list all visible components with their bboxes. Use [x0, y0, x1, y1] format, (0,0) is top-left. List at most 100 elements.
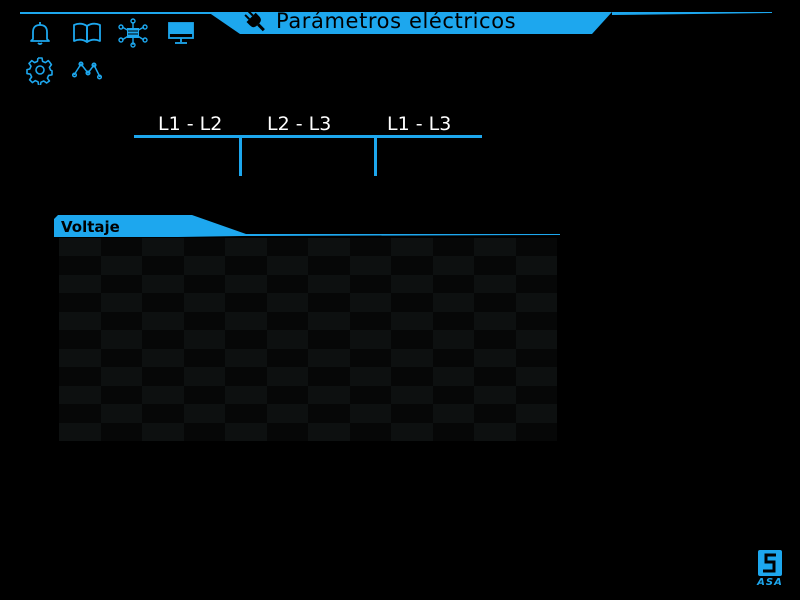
grid-cell — [432, 348, 474, 368]
grid-cell — [266, 404, 308, 423]
grid-cell — [308, 293, 350, 312]
grid-cell — [59, 293, 101, 312]
network-icon[interactable] — [118, 18, 148, 48]
grid-cell — [100, 274, 142, 294]
grid-cell — [474, 311, 516, 331]
section-header — [54, 214, 560, 240]
grid-cell — [225, 238, 267, 257]
monitor-icon[interactable] — [166, 18, 196, 48]
section-title: Voltaje — [61, 218, 120, 236]
grid-cell — [266, 385, 308, 405]
grid-cell — [349, 348, 391, 368]
grid-cell — [349, 404, 391, 423]
grid-cell — [349, 293, 391, 312]
grid-cell — [59, 274, 101, 294]
grid-cell — [474, 274, 516, 294]
grid-cell — [142, 293, 184, 312]
grid-cell — [308, 256, 350, 275]
grid-cell — [391, 422, 433, 441]
bell-icon[interactable] — [25, 18, 55, 48]
grid-cell — [266, 367, 308, 386]
grid-cell — [474, 348, 516, 368]
grid-cell — [308, 404, 350, 423]
grid-cell — [100, 385, 142, 405]
grid-cell — [142, 367, 184, 386]
grid-cell — [142, 385, 184, 405]
grid-cell — [100, 256, 142, 275]
grid-cell — [183, 238, 225, 257]
gear-icon[interactable] — [25, 55, 55, 85]
grid-cell — [515, 274, 557, 294]
grid-cell — [432, 330, 474, 349]
grid-cell — [225, 404, 267, 423]
grid-cell — [183, 274, 225, 294]
grid-cell — [225, 422, 267, 441]
grid-cell — [100, 348, 142, 368]
tab-l1-l3[interactable]: L1 - L3 — [387, 111, 451, 137]
tab-l1-l2[interactable]: L1 - L2 — [158, 111, 222, 137]
grid-cell — [432, 367, 474, 386]
grid-cell — [515, 367, 557, 386]
grid-cell — [183, 404, 225, 423]
grid-cell — [432, 293, 474, 312]
grid-cell — [308, 367, 350, 386]
grid-cell — [266, 274, 308, 294]
grid-cell — [474, 385, 516, 405]
grid-cell — [225, 256, 267, 275]
grid-cell — [515, 293, 557, 312]
grid-cell — [183, 385, 225, 405]
grid-cell — [266, 330, 308, 349]
grid-cell — [391, 311, 433, 331]
grid-cell — [100, 238, 142, 257]
grid-cell — [100, 311, 142, 331]
book-icon[interactable] — [72, 18, 102, 48]
grid-cell — [183, 311, 225, 331]
grid-cell — [308, 422, 350, 441]
grid-cell — [308, 311, 350, 331]
grid-cell — [266, 238, 308, 257]
grid-cell — [474, 256, 516, 275]
brand-logo — [758, 550, 782, 576]
grid-cell — [391, 404, 433, 423]
grid-cell — [266, 422, 308, 441]
grid-cell — [100, 422, 142, 441]
waveform-icon[interactable] — [72, 55, 102, 85]
grid-cell — [266, 348, 308, 368]
grid-cell — [183, 348, 225, 368]
grid-cell — [100, 404, 142, 423]
grid-cell — [225, 385, 267, 405]
tab-l2-l3[interactable]: L2 - L3 — [267, 111, 331, 137]
grid-cell — [432, 404, 474, 423]
grid-cell — [142, 404, 184, 423]
grid-cell — [391, 385, 433, 405]
grid-cell — [100, 293, 142, 312]
grid-cell — [142, 274, 184, 294]
grid-cell — [183, 330, 225, 349]
grid-cell — [391, 256, 433, 275]
grid-cell — [308, 348, 350, 368]
grid-cell — [391, 238, 433, 257]
phase-divider — [239, 136, 242, 176]
grid-cell — [474, 330, 516, 349]
grid-cell — [142, 330, 184, 349]
grid-cell — [308, 274, 350, 294]
grid-cell — [391, 274, 433, 294]
grid-cell — [59, 311, 101, 331]
grid-cell — [515, 330, 557, 349]
grid-cell — [183, 256, 225, 275]
grid-cell — [59, 256, 101, 275]
grid-cell — [100, 367, 142, 386]
grid-cell — [349, 256, 391, 275]
grid-cell — [266, 293, 308, 312]
grid-cell — [142, 422, 184, 441]
grid-cell — [515, 348, 557, 368]
grid-cell — [474, 238, 516, 257]
grid-cell — [225, 348, 267, 368]
grid-cell — [59, 348, 101, 368]
grid-cell — [225, 367, 267, 386]
grid-cell — [308, 330, 350, 349]
grid-cell — [308, 385, 350, 405]
grid-cell — [349, 238, 391, 257]
grid-cell — [183, 293, 225, 312]
grid-cell — [474, 367, 516, 386]
